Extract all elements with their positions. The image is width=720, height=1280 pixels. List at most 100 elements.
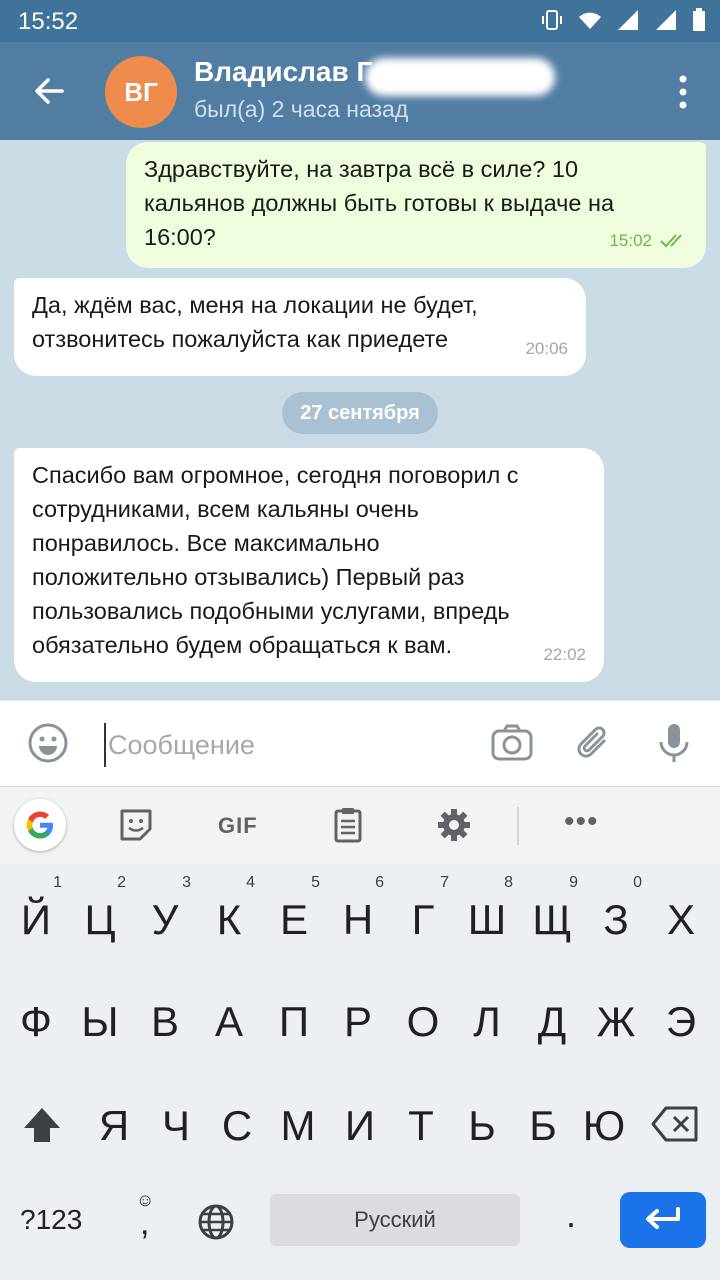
space-key[interactable]: Русский	[270, 1194, 520, 1246]
globe-icon[interactable]	[196, 1202, 236, 1242]
toolbar-divider	[517, 807, 519, 845]
microphone-icon[interactable]	[652, 721, 696, 765]
key-label: З	[603, 896, 629, 943]
key[interactable]: З0	[584, 874, 648, 944]
emoji-icon[interactable]	[26, 721, 70, 765]
message-meta: 15:02	[609, 224, 688, 258]
attach-icon[interactable]	[572, 721, 616, 765]
key[interactable]: Ж	[584, 998, 648, 1046]
key-hint: 6	[375, 874, 384, 891]
key[interactable]: Ц2	[68, 874, 132, 944]
date-separator: 27 сентября	[282, 392, 438, 434]
message-incoming[interactable]: Спасибо вам огромное, сегодня поговорил …	[14, 448, 604, 682]
name-redaction	[365, 58, 555, 96]
message-time: 22:02	[543, 645, 586, 664]
signal-icon-2	[656, 10, 676, 30]
key-label: Х	[666, 896, 695, 943]
key[interactable]: Т	[389, 1102, 453, 1150]
key-hint: 1	[53, 874, 62, 891]
chat-area[interactable]: Здравствуйте, на завтра всё в силе? 10 к…	[0, 140, 720, 700]
key-label: У	[151, 896, 179, 943]
key-hint: 3	[182, 874, 191, 891]
key[interactable]: С	[205, 1102, 269, 1150]
message-input[interactable]	[104, 723, 464, 767]
key[interactable]: К4	[197, 874, 261, 944]
avatar-initials: ВГ	[124, 76, 158, 107]
clipboard-icon[interactable]	[328, 805, 368, 845]
enter-icon	[646, 1207, 680, 1229]
comma-key[interactable]: ☺ ,	[128, 1190, 164, 1250]
key[interactable]: У3	[133, 874, 197, 944]
key[interactable]: Е5	[262, 874, 326, 944]
key-label: Ц	[84, 896, 116, 943]
message-text: Спасибо вам огромное, сегодня поговорил …	[32, 462, 519, 658]
key-label: Щ	[532, 896, 572, 943]
key[interactable]: Р	[326, 998, 390, 1046]
key[interactable]: Ш8	[455, 874, 519, 944]
key-hint: 2	[117, 874, 126, 891]
message-incoming[interactable]: Да, ждём вас, меня на локации не будет, …	[14, 278, 586, 376]
key-hint: 7	[440, 874, 449, 891]
enter-key[interactable]	[620, 1192, 706, 1248]
key[interactable]: Щ9	[520, 874, 584, 944]
shift-icon[interactable]	[20, 1104, 64, 1148]
message-text: Да, ждём вас, меня на локации не будет, …	[32, 292, 478, 352]
key[interactable]: Ы	[68, 998, 132, 1046]
chat-header: ВГ Владислав Г был(а) 2 часа назад	[0, 42, 720, 140]
key[interactable]: Э	[649, 998, 713, 1046]
status-icons	[540, 8, 706, 32]
key[interactable]: Б	[511, 1102, 575, 1150]
google-g-icon	[26, 811, 53, 839]
backspace-icon[interactable]	[650, 1104, 700, 1144]
key-label: Ш	[467, 896, 507, 943]
key[interactable]: Й1	[4, 874, 68, 944]
settings-icon[interactable]	[434, 805, 474, 845]
key-label: Г	[411, 896, 435, 943]
double-check-icon	[660, 234, 682, 248]
key[interactable]: А	[197, 998, 261, 1046]
key[interactable]: Ь	[450, 1102, 514, 1150]
more-options-button[interactable]: •••	[564, 805, 599, 839]
google-icon[interactable]	[14, 799, 66, 851]
key[interactable]: Х	[649, 896, 713, 944]
status-bar: 15:52	[0, 0, 720, 42]
key[interactable]: Ч	[144, 1102, 208, 1150]
key-label: К	[216, 896, 242, 943]
key[interactable]: Д	[520, 998, 584, 1046]
key[interactable]: Н6	[326, 874, 390, 944]
avatar[interactable]: ВГ	[105, 56, 177, 128]
wifi-icon	[579, 12, 601, 29]
key[interactable]: И	[328, 1102, 392, 1150]
sticker-icon[interactable]	[116, 805, 156, 845]
key[interactable]: П	[262, 998, 326, 1046]
key[interactable]: Л	[455, 998, 519, 1046]
key-hint: 9	[569, 874, 578, 891]
gif-button[interactable]: GIF	[218, 813, 258, 839]
signal-icon	[618, 10, 638, 30]
camera-icon[interactable]	[490, 721, 534, 765]
key-hint: 4	[246, 874, 255, 891]
period-key[interactable]: .	[566, 1194, 576, 1236]
key[interactable]: Ф	[4, 998, 68, 1046]
key[interactable]: В	[133, 998, 197, 1046]
message-time: 15:02	[609, 231, 652, 250]
contact-name[interactable]: Владислав Г	[194, 56, 372, 88]
key-hint: 0	[633, 874, 642, 891]
key[interactable]: М	[266, 1102, 330, 1150]
symbols-key[interactable]: ?123	[20, 1204, 82, 1236]
status-time: 15:52	[18, 8, 79, 35]
keyboard: Й1 Ц2 У3 К4 Е5 Н6 Г7 Ш8 Щ9 З0 Х Ф Ы В А …	[0, 864, 720, 1280]
comma-label: ,	[140, 1204, 150, 1242]
key[interactable]: Я	[82, 1102, 146, 1150]
key-label: Й	[20, 896, 52, 943]
arrow-left-icon[interactable]	[26, 68, 72, 114]
message-outgoing[interactable]: Здравствуйте, на завтра всё в силе? 10 к…	[126, 142, 706, 268]
key[interactable]: О	[391, 998, 455, 1046]
more-vertical-icon[interactable]	[676, 72, 690, 112]
key-label: Е	[279, 896, 308, 943]
key[interactable]: Ю	[572, 1102, 636, 1150]
message-composer	[0, 700, 720, 786]
keyboard-toolbar: GIF •••	[0, 786, 720, 864]
key[interactable]: Г7	[391, 874, 455, 944]
vibrate-icon	[542, 10, 562, 30]
